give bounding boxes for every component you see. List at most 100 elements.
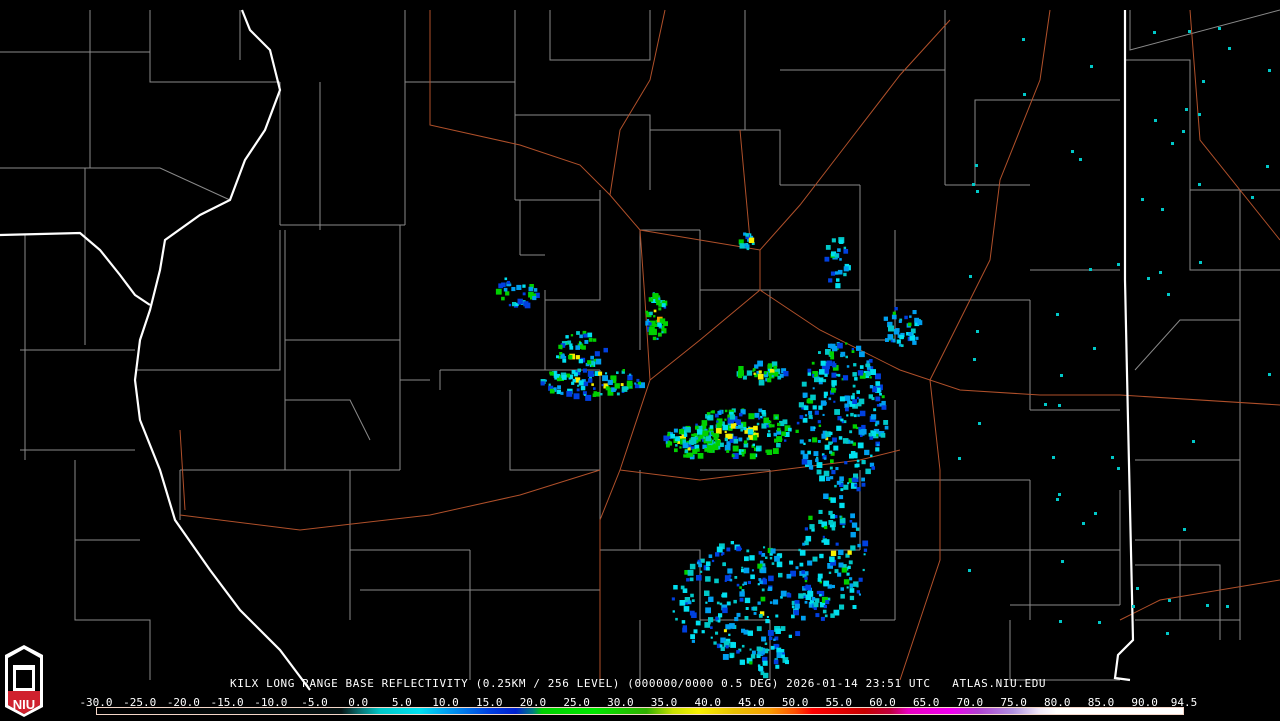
echo-pixel	[705, 607, 711, 614]
radar-echoes	[495, 27, 1271, 679]
echo-pixel	[842, 525, 845, 528]
echo-pixel	[868, 359, 873, 363]
echo-pixel	[622, 369, 625, 372]
echo-pixel	[708, 617, 714, 623]
echo-pixel	[838, 549, 844, 556]
echo-pixel	[799, 550, 806, 556]
echo-pixel	[761, 410, 766, 415]
echo-pixel	[715, 428, 722, 434]
echo-pixel	[730, 541, 734, 545]
echo-pixel	[594, 351, 600, 357]
radar-map[interactable]	[0, 0, 1280, 720]
echo-pixel	[818, 351, 821, 354]
echo-pixel	[734, 576, 738, 579]
echo-pixel	[861, 429, 867, 435]
echo-pixel	[874, 423, 878, 427]
echo-pixel	[801, 381, 807, 387]
echo-pixel	[870, 369, 876, 375]
echo-pixel	[1090, 65, 1093, 68]
echo-pixel	[843, 420, 847, 424]
echo-pixel	[870, 454, 873, 457]
echo-pixel	[807, 372, 812, 376]
echo-pixel	[601, 384, 604, 387]
echo-pixel	[803, 592, 806, 596]
echo-pixel	[503, 287, 508, 292]
echo-pixel	[1089, 268, 1092, 271]
echo-pixel	[577, 384, 580, 387]
echo-pixel	[831, 387, 836, 393]
echo-pixel	[718, 613, 723, 618]
echo-pixel	[758, 666, 763, 671]
echo-pixel	[875, 447, 880, 452]
echo-pixel	[681, 620, 686, 624]
echo-pixel	[776, 442, 781, 448]
echo-pixel	[866, 360, 870, 364]
echo-pixel	[1132, 605, 1135, 608]
echo-pixel	[722, 562, 726, 567]
echo-pixel	[711, 559, 715, 563]
echo-pixel	[616, 392, 620, 396]
echo-pixel	[824, 402, 827, 405]
echo-pixel	[775, 664, 780, 669]
echo-pixel	[847, 565, 851, 569]
echo-pixel	[839, 502, 845, 509]
echo-pixel	[761, 423, 767, 429]
echo-pixel	[839, 258, 842, 261]
echo-pixel	[705, 576, 711, 582]
echo-pixel	[1058, 493, 1061, 496]
echo-pixel	[712, 433, 717, 438]
echo-pixel	[817, 440, 821, 443]
echo-pixel	[859, 365, 864, 369]
echo-pixel	[591, 383, 594, 386]
echo-pixel	[682, 442, 689, 449]
echo-pixel	[856, 390, 860, 394]
echo-pixel	[556, 355, 559, 359]
echo-pixel	[579, 334, 583, 339]
echo-pixel	[823, 493, 829, 499]
echo-pixel	[746, 370, 753, 376]
echo-pixel	[693, 629, 698, 634]
echo-pixel	[849, 430, 853, 434]
echo-pixel	[697, 429, 703, 435]
echo-pixel	[818, 377, 824, 382]
echo-pixel	[598, 371, 603, 376]
echo-pixel	[773, 365, 778, 370]
echo-pixel	[791, 614, 795, 619]
echo-pixel	[583, 333, 588, 338]
echo-pixel	[759, 580, 763, 584]
echo-pixel	[501, 296, 505, 301]
echo-pixel	[717, 619, 721, 623]
echo-pixel	[856, 487, 861, 492]
echo-pixel	[892, 339, 896, 343]
echo-pixel	[852, 424, 857, 429]
echo-pixel	[829, 466, 833, 470]
echo-pixel	[907, 322, 912, 327]
echo-pixel	[1136, 587, 1139, 590]
echo-pixel	[849, 453, 854, 459]
echo-pixel	[796, 421, 800, 425]
echo-pixel	[726, 601, 731, 606]
echo-pixel	[808, 414, 813, 419]
echo-pixel	[652, 336, 657, 341]
echo-pixel	[837, 556, 841, 560]
echo-pixel	[522, 292, 526, 296]
echo-pixel	[517, 298, 523, 305]
echo-pixel	[725, 645, 729, 649]
echo-pixel	[767, 363, 773, 368]
echo-pixel	[756, 626, 762, 632]
echo-pixel	[575, 355, 580, 360]
echo-pixel	[850, 412, 854, 417]
echo-pixel	[758, 379, 765, 386]
echo-pixel	[804, 579, 808, 583]
echo-pixel	[1228, 47, 1231, 50]
echo-pixel	[852, 392, 855, 396]
echo-pixel	[765, 449, 769, 453]
echo-pixel	[850, 532, 856, 538]
echo-pixel	[724, 430, 727, 433]
echo-pixel	[881, 395, 885, 399]
echo-pixel	[691, 433, 694, 437]
echo-pixel	[812, 437, 818, 443]
echo-pixel	[866, 363, 871, 368]
echo-pixel	[670, 433, 675, 439]
echo-pixel	[842, 438, 849, 444]
